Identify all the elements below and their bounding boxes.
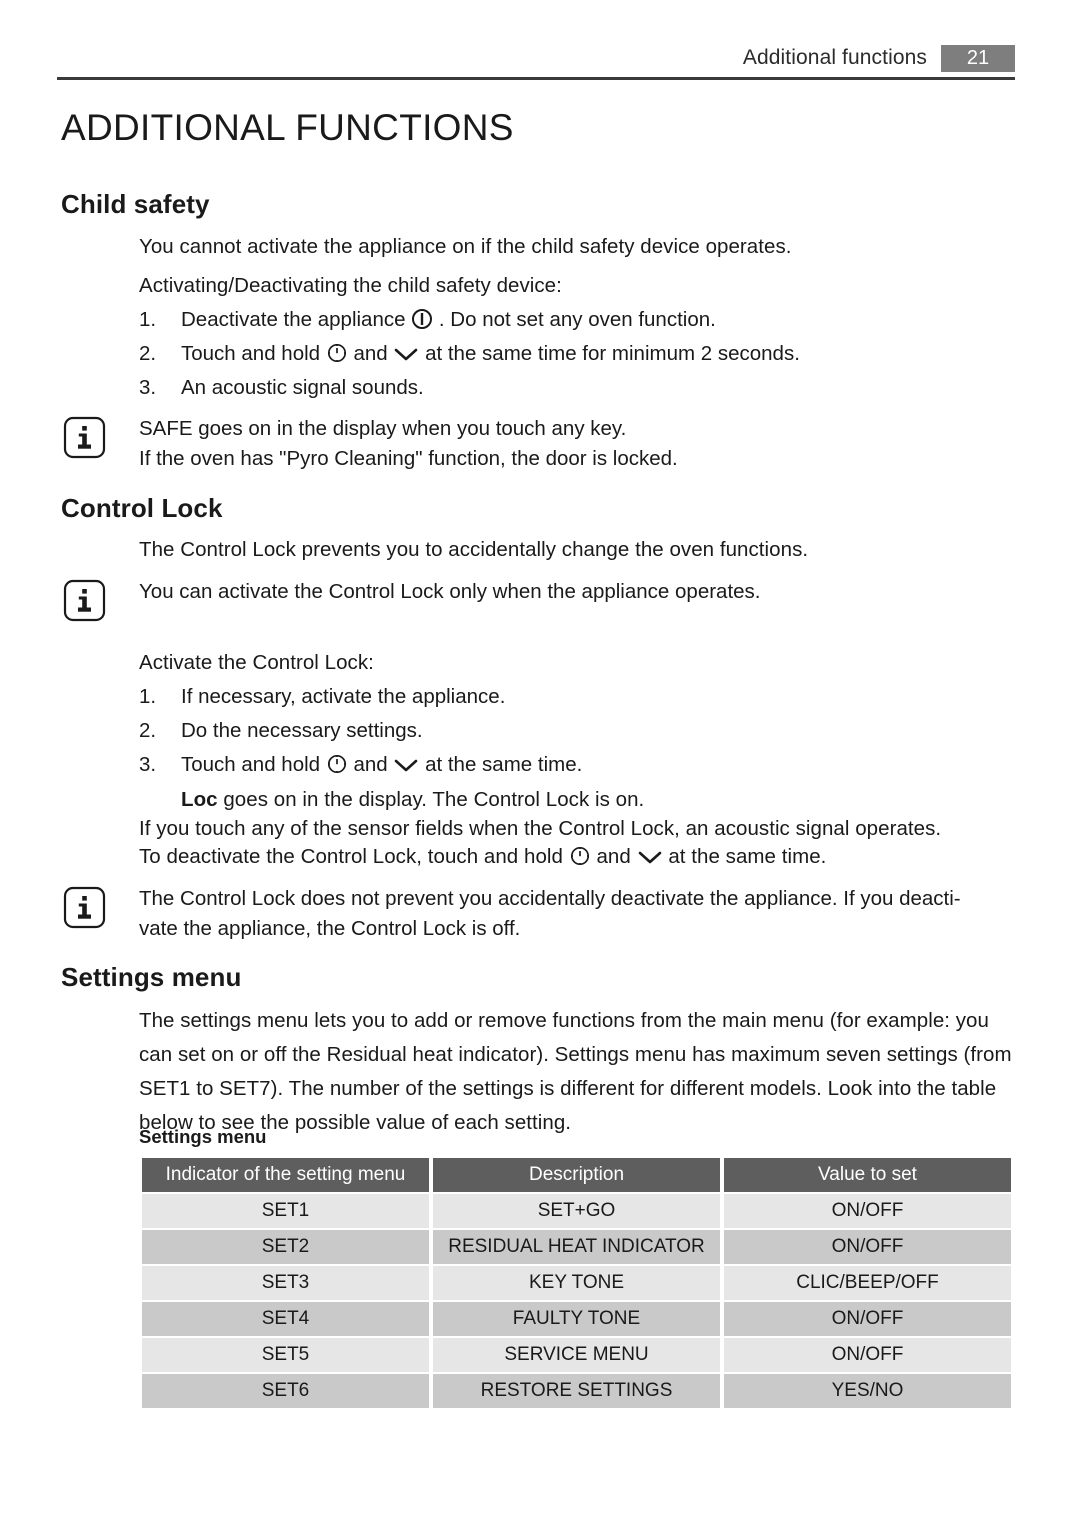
step-text-before: Touch and hold — [181, 342, 326, 365]
clock-icon — [326, 341, 348, 375]
cell-indicator: SET6 — [142, 1374, 429, 1408]
note-line-2: vate the appliance, the Control Lock is … — [139, 917, 521, 940]
table-header-cell-indicator: Indicator of the setting menu — [142, 1158, 429, 1192]
note-text-block: You can activate the Control Lock only w… — [139, 577, 1017, 607]
cell-description: RESTORE SETTINGS — [433, 1374, 720, 1408]
settings-menu-paragraph: The settings menu lets you to add or rem… — [139, 1009, 1012, 1134]
info-icon — [63, 579, 106, 622]
section-heading-settings-menu: Settings menu — [61, 962, 242, 992]
page-number-badge: 21 — [941, 44, 1015, 72]
info-icon — [63, 416, 106, 459]
cell-description: SET+GO — [433, 1194, 720, 1228]
table-header-row: Indicator of the setting menu Descriptio… — [142, 1158, 1011, 1192]
header-divider — [57, 77, 1015, 80]
control-lock-step-3: 3. Touch and hold and at the same time. — [139, 748, 1017, 786]
table-header-cell-description: Description — [433, 1158, 720, 1192]
cell-indicator: SET3 — [142, 1266, 429, 1300]
step-text-after: at the same time. — [419, 753, 583, 776]
note-control-lock-2: The Control Lock does not prevent you ac… — [63, 884, 1017, 944]
page-title: ADDITIONAL FUNCTIONS — [61, 107, 514, 148]
control-lock-activate-label: Activate the Control Lock: — [139, 651, 374, 674]
note-control-lock-1: You can activate the Control Lock only w… — [63, 577, 1017, 622]
child-safety-subintro: Activating/Deactivating the child safety… — [139, 274, 562, 297]
child-safety-step-3: 3. An acoustic signal sounds. — [139, 371, 1017, 405]
step-text-middle: and — [347, 753, 394, 776]
table-caption: Settings menu — [139, 1126, 267, 1147]
clock-icon — [326, 752, 348, 786]
child-safety-intro: You cannot activate the appliance on if … — [139, 235, 792, 258]
note-line-1: The Control Lock does not prevent you ac… — [139, 887, 961, 910]
para2-middle: and — [590, 845, 637, 868]
step-text-after: at the same time for minimum 2 seconds. — [419, 342, 800, 365]
cell-value: ON/OFF — [724, 1302, 1011, 1336]
step-text-before: Deactivate the appliance — [181, 308, 412, 331]
control-lock-step-1: 1. If necessary, activate the appliance. — [139, 680, 1017, 714]
clock-icon — [569, 844, 591, 878]
cell-indicator: SET5 — [142, 1338, 429, 1372]
list-number: 2. — [139, 719, 157, 742]
control-lock-para-2: To deactivate the Control Lock, touch an… — [139, 840, 1017, 878]
document-page: Additional functions 21 ADDITIONAL FUNCT… — [0, 0, 1080, 1529]
cell-value: YES/NO — [724, 1374, 1011, 1408]
list-number: 3. — [139, 376, 157, 399]
table-row: SET4 FAULTY TONE ON/OFF — [142, 1302, 1011, 1336]
loc-rest: goes on in the display. The Control Lock… — [217, 788, 645, 811]
info-icon — [63, 886, 106, 929]
chevron-down-icon — [637, 844, 663, 878]
chevron-down-icon — [393, 752, 419, 786]
cell-description: FAULTY TONE — [433, 1302, 720, 1336]
table-row: SET2 RESIDUAL HEAT INDICATOR ON/OFF — [142, 1230, 1011, 1264]
step-text: If necessary, activate the appliance. — [181, 685, 506, 708]
note-line-1: SAFE goes on in the display when you tou… — [139, 417, 627, 440]
running-header-title: Additional functions — [742, 46, 927, 69]
control-lock-step-2: 2. Do the necessary settings. — [139, 714, 1017, 748]
cell-indicator: SET1 — [142, 1194, 429, 1228]
child-safety-step-1: 1. Deactivate the appliance . Do not set … — [139, 303, 1017, 341]
table-row: SET1 SET+GO ON/OFF — [142, 1194, 1011, 1228]
step-text: An acoustic signal sounds. — [181, 376, 424, 399]
loc-indicator: Loc — [181, 788, 218, 811]
note-line-2: If the oven has "Pyro Cleaning" function… — [139, 447, 678, 470]
section-heading-control-lock: Control Lock — [61, 493, 223, 523]
settings-menu-table: Indicator of the setting menu Descriptio… — [138, 1156, 1015, 1410]
table-row: SET6 RESTORE SETTINGS YES/NO — [142, 1374, 1011, 1408]
power-icon — [411, 307, 433, 341]
list-number: 1. — [139, 308, 157, 331]
cell-value: ON/OFF — [724, 1338, 1011, 1372]
note-text-block: The Control Lock does not prevent you ac… — [139, 884, 1017, 944]
chevron-down-icon — [393, 341, 419, 375]
child-safety-step-2: 2. Touch and hold and at the same time fo… — [139, 337, 1017, 375]
table-row: SET3 KEY TONE CLIC/BEEP/OFF — [142, 1266, 1011, 1300]
step-text: Do the necessary settings. — [181, 719, 423, 742]
step-text-after: . Do not set any oven function. — [433, 308, 716, 331]
step-text-middle: and — [347, 342, 394, 365]
para2-before: To deactivate the Control Lock, touch an… — [139, 845, 569, 868]
step-text-before: Touch and hold — [181, 753, 326, 776]
cell-value: ON/OFF — [724, 1230, 1011, 1264]
list-number: 3. — [139, 753, 157, 776]
list-number: 2. — [139, 342, 157, 365]
section-heading-child-safety: Child safety — [61, 189, 210, 219]
cell-value: ON/OFF — [724, 1194, 1011, 1228]
cell-indicator: SET4 — [142, 1302, 429, 1336]
cell-description: KEY TONE — [433, 1266, 720, 1300]
note-text-block: SAFE goes on in the display when you tou… — [139, 414, 1017, 474]
list-number: 1. — [139, 685, 157, 708]
table-header-cell-value: Value to set — [724, 1158, 1011, 1192]
cell-description: SERVICE MENU — [433, 1338, 720, 1372]
cell-indicator: SET2 — [142, 1230, 429, 1264]
control-lock-intro: The Control Lock prevents you to acciden… — [139, 538, 809, 561]
cell-description: RESIDUAL HEAT INDICATOR — [433, 1230, 720, 1264]
table-row: SET5 SERVICE MENU ON/OFF — [142, 1338, 1011, 1372]
cell-value: CLIC/BEEP/OFF — [724, 1266, 1011, 1300]
para2-after: at the same time. — [662, 845, 827, 868]
note-child-safety: SAFE goes on in the display when you tou… — [63, 414, 1017, 474]
note-line-1: You can activate the Control Lock only w… — [139, 580, 761, 603]
running-header: Additional functions 21 — [57, 40, 1015, 76]
